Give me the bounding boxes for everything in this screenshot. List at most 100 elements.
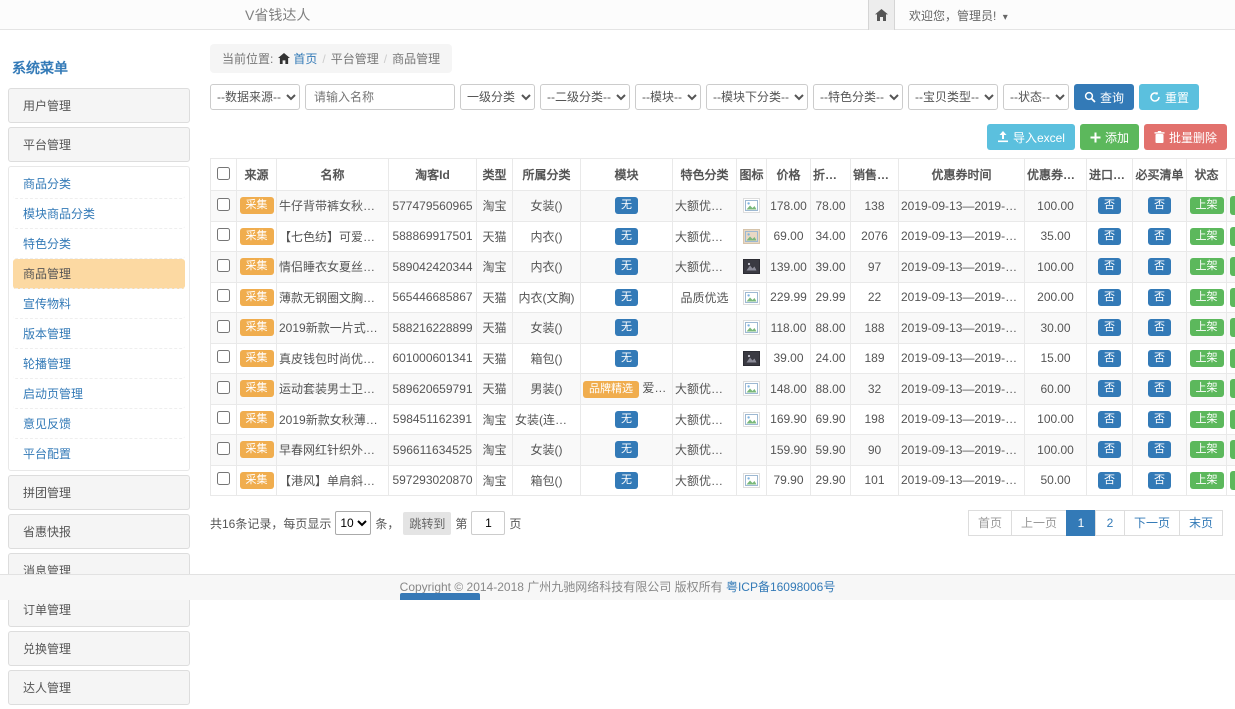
sidebar-item-8[interactable]: 意见反馈	[13, 409, 185, 439]
sidebar-item-9[interactable]: 平台配置	[13, 439, 185, 468]
edit-button[interactable]	[1230, 471, 1235, 490]
breadcrumb-home-link[interactable]: 首页	[278, 50, 317, 67]
import-select-toggle[interactable]: 否	[1098, 289, 1121, 306]
import-select-toggle[interactable]: 否	[1098, 472, 1121, 489]
sidebar-section-6[interactable]: 兑换管理	[8, 631, 190, 666]
must-buy-toggle[interactable]: 否	[1148, 350, 1171, 367]
must-buy-cell: 否	[1133, 282, 1187, 313]
sidebar-item-3[interactable]: 商品管理	[13, 259, 185, 289]
filter-status-select[interactable]: --状态--	[1003, 84, 1069, 110]
jump-page-input[interactable]	[471, 511, 505, 535]
sidebar-item-1[interactable]: 模块商品分类	[13, 199, 185, 229]
sidebar-section-7[interactable]: 达人管理	[8, 670, 190, 705]
status-badge[interactable]: 上架	[1190, 380, 1224, 397]
row-checkbox[interactable]	[217, 320, 230, 333]
column-header-12: 优惠券金额	[1025, 159, 1087, 191]
sidebar-section-1[interactable]: 平台管理	[8, 127, 190, 162]
must-buy-toggle[interactable]: 否	[1148, 319, 1171, 336]
edit-button[interactable]	[1230, 227, 1235, 246]
page-button-2[interactable]: 2	[1095, 510, 1125, 536]
per-page-select[interactable]: 10	[335, 511, 371, 535]
row-checkbox[interactable]	[217, 259, 230, 272]
select-all-checkbox[interactable]	[217, 167, 230, 180]
sidebar-section-2[interactable]: 拼团管理	[8, 475, 190, 510]
status-badge[interactable]: 上架	[1190, 197, 1224, 214]
status-badge[interactable]: 上架	[1190, 472, 1224, 489]
sidebar-item-7[interactable]: 启动页管理	[13, 379, 185, 409]
jump-to-button[interactable]: 跳转到	[403, 512, 451, 535]
icp-link[interactable]: 粤ICP备16098006号	[726, 580, 835, 594]
import-excel-button[interactable]: 导入excel	[987, 124, 1075, 150]
must-buy-toggle[interactable]: 否	[1148, 411, 1171, 428]
sidebar-item-6[interactable]: 轮播管理	[13, 349, 185, 379]
query-button[interactable]: 查询	[1074, 84, 1134, 110]
column-header-3: 类型	[477, 159, 513, 191]
filter-module-select[interactable]: --模块--	[635, 84, 701, 110]
row-checkbox[interactable]	[217, 228, 230, 241]
edit-button[interactable]	[1230, 318, 1235, 337]
status-badge[interactable]: 上架	[1190, 289, 1224, 306]
reset-button[interactable]: 重置	[1139, 84, 1199, 110]
edit-button[interactable]	[1230, 410, 1235, 429]
sidebar-item-4[interactable]: 宣传物料	[13, 289, 185, 319]
filter-level1-category-select[interactable]: 一级分类	[460, 84, 535, 110]
filter-module-sub-category-select[interactable]: --模块下分类--	[706, 84, 808, 110]
row-checkbox[interactable]	[217, 350, 230, 363]
filter-data-source-select[interactable]: --数据来源--	[210, 84, 300, 110]
row-checkbox[interactable]	[217, 472, 230, 485]
sidebar-item-2[interactable]: 特色分类	[13, 229, 185, 259]
import-select-toggle[interactable]: 否	[1098, 441, 1121, 458]
must-buy-toggle[interactable]: 否	[1148, 228, 1171, 245]
must-buy-toggle[interactable]: 否	[1148, 197, 1171, 214]
sidebar-item-0[interactable]: 商品分类	[13, 169, 185, 199]
page-button-首页[interactable]: 首页	[968, 510, 1012, 536]
status-badge[interactable]: 上架	[1190, 228, 1224, 245]
product-icon-cell	[737, 343, 767, 374]
import-select-toggle[interactable]: 否	[1098, 228, 1121, 245]
edit-button[interactable]	[1230, 349, 1235, 368]
edit-button[interactable]	[1230, 440, 1235, 459]
status-badge[interactable]: 上架	[1190, 350, 1224, 367]
status-badge[interactable]: 上架	[1190, 319, 1224, 336]
import-select-toggle[interactable]: 否	[1098, 258, 1121, 275]
sales-count-cell: 138	[851, 191, 899, 222]
row-checkbox[interactable]	[217, 289, 230, 302]
row-checkbox[interactable]	[217, 198, 230, 211]
status-badge[interactable]: 上架	[1190, 258, 1224, 275]
edit-button[interactable]	[1230, 257, 1235, 276]
import-select-toggle[interactable]: 否	[1098, 350, 1121, 367]
must-buy-toggle[interactable]: 否	[1148, 380, 1171, 397]
import-select-toggle[interactable]: 否	[1098, 319, 1121, 336]
sidebar-section-0[interactable]: 用户管理	[8, 88, 190, 123]
batch-delete-button[interactable]: 批量删除	[1144, 124, 1227, 150]
page-button-末页[interactable]: 末页	[1179, 510, 1223, 536]
filter-item-type-select[interactable]: --宝贝类型--	[908, 84, 998, 110]
edit-button[interactable]	[1230, 196, 1235, 215]
welcome-user-menu[interactable]: 欢迎您，管理员! ▾	[909, 7, 1008, 24]
must-buy-toggle[interactable]: 否	[1148, 289, 1171, 306]
edit-button[interactable]	[1230, 288, 1235, 307]
page-button-1[interactable]: 1	[1066, 510, 1096, 536]
filter-level2-category-select[interactable]: --二级分类--	[540, 84, 630, 110]
row-checkbox[interactable]	[217, 411, 230, 424]
must-buy-toggle[interactable]: 否	[1148, 472, 1171, 489]
sidebar-item-5[interactable]: 版本管理	[13, 319, 185, 349]
must-buy-toggle[interactable]: 否	[1148, 258, 1171, 275]
add-button[interactable]: 添加	[1080, 124, 1139, 150]
sidebar-section-3[interactable]: 省惠快报	[8, 514, 190, 549]
home-button[interactable]	[868, 0, 895, 30]
status-badge[interactable]: 上架	[1190, 441, 1224, 458]
page-button-下一页[interactable]: 下一页	[1124, 510, 1180, 536]
row-checkbox[interactable]	[217, 381, 230, 394]
edit-button[interactable]	[1230, 379, 1235, 398]
import-select-toggle[interactable]: 否	[1098, 197, 1121, 214]
page-button-上一页[interactable]: 上一页	[1011, 510, 1067, 536]
import-select-toggle[interactable]: 否	[1098, 411, 1121, 428]
filter-name-search-input[interactable]	[305, 84, 455, 110]
status-badge[interactable]: 上架	[1190, 411, 1224, 428]
column-header-10: 销售数量	[851, 159, 899, 191]
import-select-toggle[interactable]: 否	[1098, 380, 1121, 397]
must-buy-toggle[interactable]: 否	[1148, 441, 1171, 458]
filter-feature-category-select[interactable]: --特色分类--	[813, 84, 903, 110]
row-checkbox[interactable]	[217, 442, 230, 455]
